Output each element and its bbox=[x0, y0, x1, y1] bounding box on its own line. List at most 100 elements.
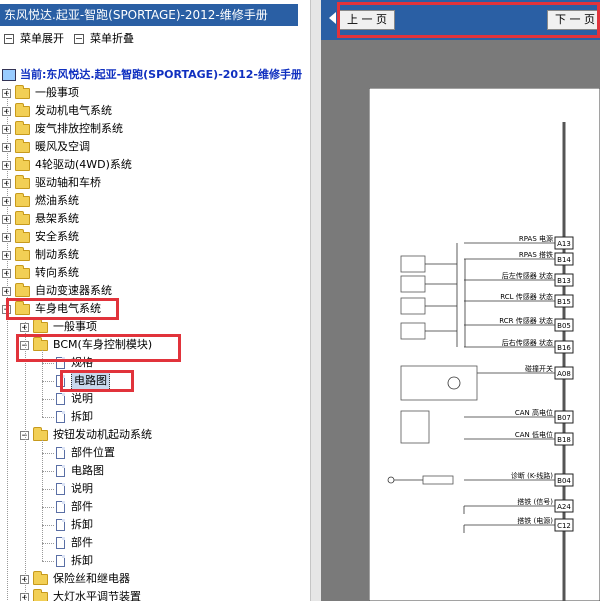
sensor-box bbox=[400, 322, 426, 340]
expand-label: 菜单展开 bbox=[20, 32, 64, 45]
tree-item-top-8[interactable]: + 安全系统 bbox=[2, 228, 79, 246]
tree-connector bbox=[42, 453, 54, 454]
pin-label: B05 bbox=[557, 322, 571, 330]
document-icon bbox=[56, 501, 65, 513]
folder-icon bbox=[15, 192, 30, 207]
current-location: 当前:东风悦达.起亚-智跑(SPORTAGE)-2012-维修手册 bbox=[2, 67, 302, 83]
tree-connector bbox=[42, 561, 54, 562]
signal-label: RPAS 搭铁 bbox=[519, 250, 553, 259]
folder-icon bbox=[15, 156, 30, 171]
tree-item-button-0[interactable]: 部件位置 bbox=[56, 444, 115, 462]
folder-icon bbox=[15, 174, 30, 189]
tree-item-button-1[interactable]: 电路图 bbox=[56, 462, 104, 480]
tree-item-bcm-1[interactable]: 电路图 bbox=[56, 371, 110, 391]
tree-item-label: 拆卸 bbox=[71, 410, 93, 423]
tree-connector bbox=[42, 489, 54, 490]
pin-label: B15 bbox=[557, 298, 571, 306]
tree-item-button-4[interactable]: 拆卸 bbox=[56, 516, 93, 534]
folder-icon bbox=[15, 102, 30, 117]
pin-label: B04 bbox=[557, 477, 571, 485]
tree-item-label: 部件 bbox=[71, 536, 93, 549]
tree-item-button-5[interactable]: 部件 bbox=[56, 534, 93, 552]
tree-item-top-1[interactable]: + 发动机电气系统 bbox=[2, 102, 112, 120]
tree-item-bcm-0[interactable]: 规格 bbox=[56, 354, 93, 372]
tree-item-top-0[interactable]: + 一般事项 bbox=[2, 84, 79, 102]
tree-item-body-1[interactable]: − BCM(车身控制模块) bbox=[20, 336, 152, 354]
tree-connector bbox=[42, 381, 54, 382]
tree-connector bbox=[42, 350, 43, 417]
back-arrow-icon[interactable] bbox=[329, 12, 336, 24]
signal-label: RCL 传感器 状态 bbox=[500, 292, 553, 301]
navigation-panel: 东风悦达.起亚-智跑(SPORTAGE)-2012-维修手册 菜单展开 菜单折叠… bbox=[0, 0, 310, 601]
tree-item-top-4[interactable]: +4轮驱动(4WD)系统 bbox=[2, 156, 132, 174]
tree-item-top-5[interactable]: + 驱动轴和车桥 bbox=[2, 174, 101, 192]
tree-item-label: 暖风及空调 bbox=[35, 140, 90, 153]
pin-label: C12 bbox=[557, 522, 571, 530]
tree-item-label: 电路图 bbox=[71, 464, 104, 477]
document-viewer: 上 一 页 下 一 页 A13 RPAS 电源 B14 RPAS 搭铁 B13 后左传感器… bbox=[321, 0, 600, 601]
tree-item-label: 驱动轴和车桥 bbox=[35, 176, 101, 189]
folder-icon bbox=[33, 588, 48, 601]
tree-item-top-10[interactable]: + 转向系统 bbox=[2, 264, 79, 282]
tree-item-more-0[interactable]: + 保险丝和继电器 bbox=[20, 570, 130, 588]
tree-connector bbox=[42, 440, 43, 561]
tree-item-label: 说明 bbox=[71, 482, 93, 495]
tree-item-top-2[interactable]: + 废气排放控制系统 bbox=[2, 120, 123, 138]
tree-item-button-3[interactable]: 部件 bbox=[56, 498, 93, 516]
document-icon bbox=[56, 393, 65, 405]
tree-item-label: 一般事项 bbox=[53, 320, 97, 333]
signal-label: 后左传感器 状态 bbox=[502, 271, 553, 280]
folder-icon bbox=[15, 246, 30, 261]
tree-item-body-0[interactable]: + 一般事项 bbox=[20, 318, 97, 336]
computer-icon bbox=[2, 69, 16, 81]
signal-label: CAN 低电位 bbox=[515, 430, 553, 439]
tree-connector bbox=[7, 88, 8, 600]
bcm-circuit-diagram: A13 RPAS 电源 B14 RPAS 搭铁 B13 后左传感器 状态 B15 RCL 传感… bbox=[369, 88, 600, 601]
document-icon bbox=[56, 357, 65, 369]
tree-item-label: 制动系统 bbox=[35, 248, 79, 261]
tree-item-label: 发动机电气系统 bbox=[35, 104, 112, 117]
tree-item-label: 大灯水平调节装置 bbox=[53, 590, 141, 601]
pin-label: A24 bbox=[557, 503, 571, 511]
document-icon bbox=[56, 555, 65, 567]
diagnostic-connector-icon bbox=[387, 476, 395, 484]
tree-item-bcm-3[interactable]: 拆卸 bbox=[56, 408, 93, 426]
tree-item-top-11[interactable]: + 自动变速器系统 bbox=[2, 282, 112, 300]
can-module-box bbox=[400, 410, 430, 444]
tree-item-label: 部件 bbox=[71, 500, 93, 513]
pin-label: B13 bbox=[557, 277, 571, 285]
expand-menu-button[interactable]: 菜单展开 bbox=[4, 30, 64, 48]
signal-label: 搭铁 (信号) bbox=[517, 497, 553, 506]
tree-item-top-9[interactable]: + 制动系统 bbox=[2, 246, 79, 264]
tree-item-label: 安全系统 bbox=[35, 230, 79, 243]
folder-icon bbox=[33, 426, 48, 441]
tree-item-top-3[interactable]: + 暖风及空调 bbox=[2, 138, 90, 156]
folder-icon bbox=[33, 318, 48, 333]
collapse-menu-button[interactable]: 菜单折叠 bbox=[74, 30, 134, 48]
prev-page-button[interactable]: 上 一 页 bbox=[339, 10, 395, 30]
signal-label: CAN 高电位 bbox=[515, 408, 553, 417]
next-page-button[interactable]: 下 一 页 bbox=[547, 10, 600, 30]
crash-switch-box bbox=[400, 365, 478, 401]
tree-item-button-6[interactable]: 拆卸 bbox=[56, 552, 93, 570]
folder-icon bbox=[15, 228, 30, 243]
tree-item-button-group[interactable]: − 按钮发动机起动系统 bbox=[20, 426, 152, 444]
folder-icon bbox=[15, 282, 30, 297]
tree-item-top-7[interactable]: + 悬架系统 bbox=[2, 210, 79, 228]
tree-item-label: 电路图 bbox=[71, 371, 110, 391]
tree-connector bbox=[42, 363, 54, 364]
expand-icon bbox=[4, 34, 14, 44]
document-icon bbox=[56, 465, 65, 477]
tree-item-bcm-2[interactable]: 说明 bbox=[56, 390, 93, 408]
tree-item-label: BCM(车身控制模块) bbox=[53, 338, 153, 351]
folder-icon bbox=[15, 138, 30, 153]
tree-item-more-1[interactable]: + 大灯水平调节装置 bbox=[20, 588, 141, 601]
pin-label: B16 bbox=[557, 344, 571, 352]
folder-icon bbox=[15, 300, 30, 315]
collapse-icon bbox=[74, 34, 84, 44]
tree-item-button-2[interactable]: 说明 bbox=[56, 480, 93, 498]
tree-connector bbox=[42, 543, 54, 544]
signal-label: RPAS 电源 bbox=[519, 234, 553, 243]
tree-item-top-12[interactable]: − 车身电气系统 bbox=[2, 300, 101, 318]
tree-item-top-6[interactable]: + 燃油系统 bbox=[2, 192, 79, 210]
